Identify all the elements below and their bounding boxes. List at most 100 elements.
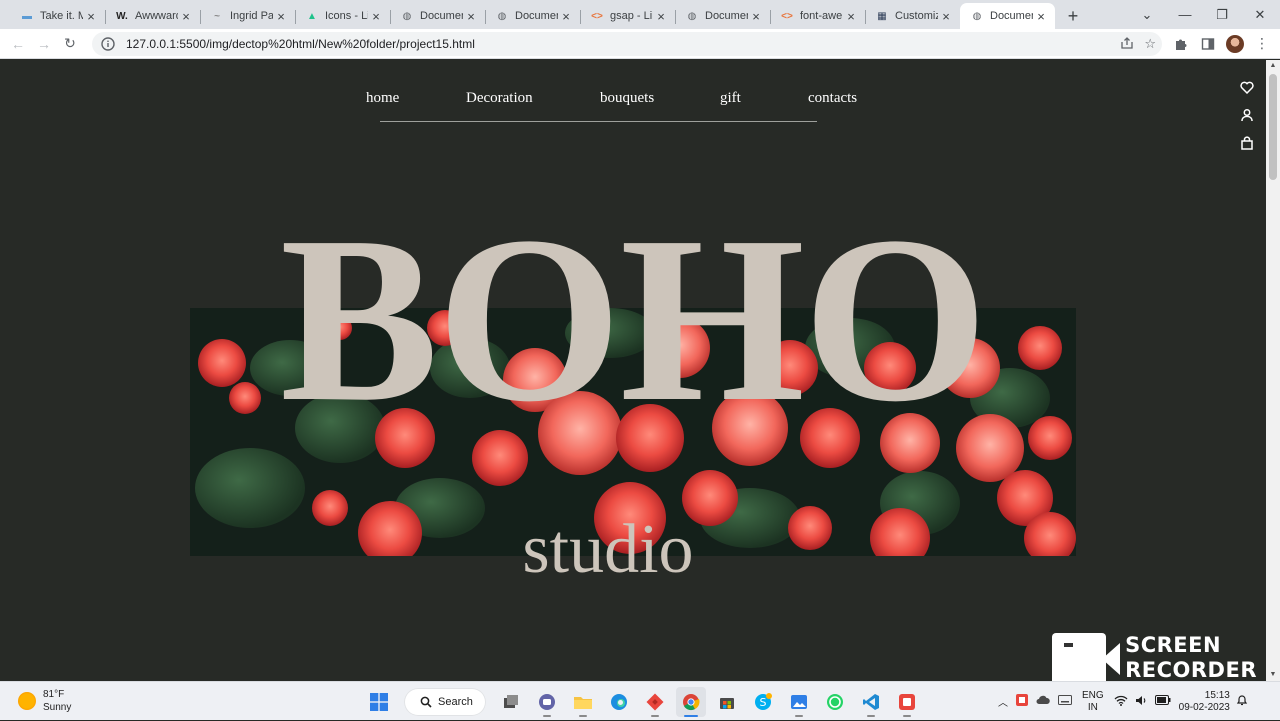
battery-icon[interactable] — [1154, 695, 1171, 708]
start-windows-icon[interactable] — [364, 687, 394, 717]
page-scrollbar[interactable]: ▲ ▼ — [1266, 60, 1280, 681]
taskbar-search-label: Search — [438, 695, 473, 708]
browser-tab[interactable]: W. Awwward × — [105, 3, 200, 29]
nav-link-bouquets[interactable]: bouquets — [600, 90, 654, 107]
nav-link-home[interactable]: home — [366, 90, 399, 107]
maximize-icon[interactable]: ❐ — [1203, 0, 1241, 29]
tab-close-icon[interactable]: × — [653, 9, 669, 24]
tab-title: Documen — [705, 10, 748, 22]
address-bar[interactable]: 127.0.0.1:5500/img/dectop%20html/New%20f… — [92, 32, 1162, 56]
hero-subtitle: studio — [522, 511, 694, 588]
profile-avatar[interactable] — [1222, 31, 1248, 57]
back-arrow-icon[interactable]: ← — [5, 31, 31, 57]
lang-line2: IN — [1087, 701, 1098, 713]
browser-toolbar: ← → ↻ 127.0.0.1:5500/img/dectop%20html/N… — [0, 29, 1280, 59]
scroll-up-arrow-icon[interactable]: ▲ — [1266, 60, 1280, 72]
vscode-icon[interactable] — [856, 687, 886, 717]
notification-icon[interactable] — [1236, 694, 1248, 709]
clock-date: 09-02-2023 — [1178, 701, 1230, 713]
tab-title: Customiz — [895, 10, 938, 22]
close-window-icon[interactable]: ✕ — [1241, 0, 1279, 29]
browser-tab[interactable]: <> font-awe × — [770, 3, 865, 29]
tab-close-icon[interactable]: × — [83, 9, 99, 24]
weather-widget[interactable]: 81°F Sunny — [18, 688, 71, 714]
system-clock[interactable]: 15:13 09-02-2023 — [1179, 690, 1230, 714]
tab-favicon-icon: ◍ — [972, 10, 982, 22]
tab-close-icon[interactable]: × — [178, 9, 194, 24]
reload-icon[interactable]: ↻ — [57, 31, 83, 57]
shopping-bag-icon[interactable] — [1238, 134, 1256, 152]
tray-recorder-icon[interactable] — [1016, 694, 1028, 709]
tab-close-icon[interactable]: × — [273, 9, 289, 24]
onedrive-cloud-icon[interactable] — [1036, 695, 1050, 708]
tab-search-chevron-icon[interactable]: ⌄ — [1128, 0, 1166, 29]
tab-close-icon[interactable]: × — [463, 9, 479, 24]
tab-close-icon[interactable]: × — [938, 9, 954, 24]
tab-title: Icons - Li — [325, 10, 368, 22]
tab-favicon-icon: <> — [781, 10, 793, 22]
nav-link-contacts[interactable]: contacts — [808, 90, 857, 107]
share-icon[interactable] — [1120, 36, 1134, 53]
whatsapp-icon[interactable] — [820, 687, 850, 717]
tab-close-icon[interactable]: × — [368, 9, 384, 24]
tab-title: Take it. M — [40, 10, 83, 22]
scroll-down-arrow-icon[interactable]: ▼ — [1266, 669, 1280, 681]
git-app-icon[interactable] — [640, 687, 670, 717]
volume-icon[interactable] — [1135, 695, 1148, 709]
bookmark-star-icon[interactable]: ☆ — [1144, 36, 1156, 52]
tab-strip: ▬ Take it. M × W. Awwward × ~ Ingrid Pa × ▲ Icons … — [0, 0, 1280, 29]
browser-tab[interactable]: ◍ Documen × — [960, 3, 1055, 29]
browser-tab[interactable]: ▦ Customiz × — [865, 3, 960, 29]
weather-desc: Sunny — [43, 702, 72, 713]
tab-favicon-icon: <> — [591, 10, 603, 22]
keyboard-icon[interactable] — [1058, 695, 1072, 708]
scrollbar-thumb[interactable] — [1269, 74, 1277, 180]
wifi-icon[interactable] — [1114, 695, 1128, 709]
browser-tab[interactable]: <> gsap - Lik × — [580, 3, 675, 29]
tab-favicon-icon: ◍ — [687, 10, 697, 22]
minimize-icon[interactable]: — — [1166, 0, 1204, 29]
teams-chat-icon[interactable] — [532, 687, 562, 717]
tab-favicon-icon: ▲ — [307, 10, 317, 22]
tab-close-icon[interactable]: × — [1033, 9, 1049, 24]
tab-favicon-icon: W. — [116, 10, 128, 22]
nav-link-decoration[interactable]: Decoration — [466, 90, 533, 107]
user-icon[interactable] — [1238, 106, 1256, 124]
tray-overflow-chevron-icon[interactable]: ︿ — [998, 694, 1008, 709]
browser-tab[interactable]: ▬ Take it. M × — [10, 3, 105, 29]
browser-tab[interactable]: ◍ Documen × — [675, 3, 770, 29]
browser-tab[interactable]: ~ Ingrid Pa × — [200, 3, 295, 29]
browser-tab[interactable]: ◍ Documen × — [485, 3, 580, 29]
svg-text:S: S — [760, 696, 767, 709]
tab-close-icon[interactable]: × — [748, 9, 764, 24]
clock-time: 15:13 — [1204, 689, 1230, 701]
screen-recorder-watermark: SCREEN RECORDER — [1052, 630, 1257, 681]
browser-tab[interactable]: ◍ Documen × — [390, 3, 485, 29]
microsoft-store-icon[interactable] — [712, 687, 742, 717]
file-explorer-icon[interactable] — [568, 687, 598, 717]
tab-close-icon[interactable]: × — [558, 9, 574, 24]
tab-favicon-icon: ◍ — [497, 10, 507, 22]
tab-favicon-icon: ▬ — [22, 10, 32, 22]
screen-recorder-app-icon[interactable] — [892, 687, 922, 717]
edge-browser-icon[interactable] — [604, 687, 634, 717]
tab-title: Documen — [515, 10, 558, 22]
taskbar-search[interactable]: Search — [404, 687, 486, 716]
heart-icon[interactable] — [1238, 78, 1256, 96]
more-menu-icon[interactable]: ⋮ — [1249, 31, 1275, 57]
photos-icon[interactable] — [784, 687, 814, 717]
site-info-icon[interactable] — [100, 36, 116, 52]
extensions-puzzle-icon[interactable] — [1168, 31, 1194, 57]
tab-close-icon[interactable]: × — [843, 9, 859, 24]
system-tray: ︿ ENG IN 15:13 09-02-2023 — [998, 682, 1248, 721]
new-tab-button[interactable]: + — [1059, 3, 1087, 29]
side-panel-icon[interactable] — [1195, 31, 1221, 57]
skype-icon[interactable]: S — [748, 687, 778, 717]
chrome-browser-icon[interactable] — [676, 686, 706, 717]
forward-arrow-icon[interactable]: → — [31, 31, 57, 57]
search-icon — [420, 696, 432, 708]
input-language[interactable]: ENG IN — [1082, 690, 1104, 714]
browser-tab[interactable]: ▲ Icons - Li × — [295, 3, 390, 29]
task-view-icon[interactable] — [496, 687, 526, 717]
nav-link-gift[interactable]: gift — [720, 90, 741, 107]
